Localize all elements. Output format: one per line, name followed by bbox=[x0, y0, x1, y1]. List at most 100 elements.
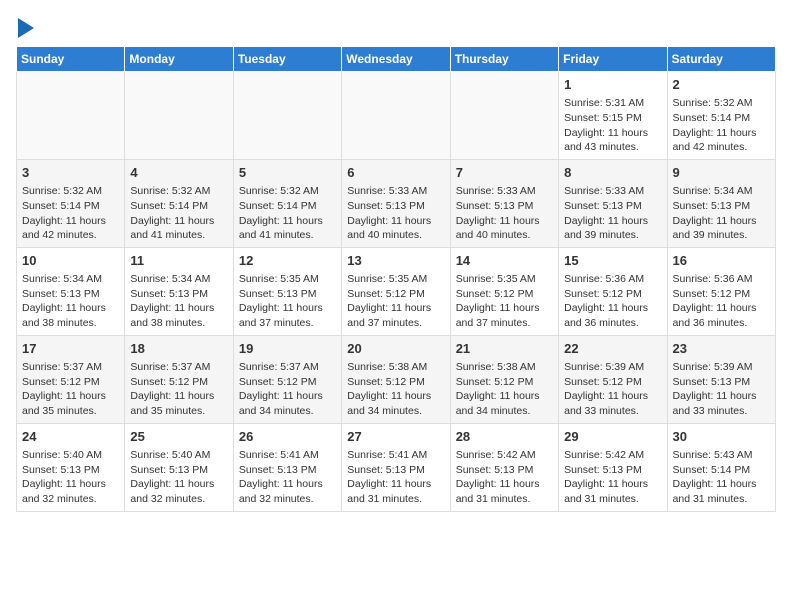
day-number: 1 bbox=[564, 76, 661, 94]
calendar-cell: 30 Sunrise: 5:43 AM Sunset: 5:14 PM Dayli… bbox=[667, 423, 775, 511]
day-number: 13 bbox=[347, 252, 444, 270]
day-info: Sunrise: 5:38 AM Sunset: 5:12 PM Dayligh… bbox=[456, 361, 540, 417]
day-info: Sunrise: 5:34 AM Sunset: 5:13 PM Dayligh… bbox=[22, 273, 106, 329]
calendar-cell: 18 Sunrise: 5:37 AM Sunset: 5:12 PM Dayli… bbox=[125, 335, 233, 423]
day-number: 26 bbox=[239, 428, 336, 446]
day-number: 25 bbox=[130, 428, 227, 446]
calendar-cell: 8 Sunrise: 5:33 AM Sunset: 5:13 PM Daylig… bbox=[559, 159, 667, 247]
day-info: Sunrise: 5:32 AM Sunset: 5:14 PM Dayligh… bbox=[673, 97, 757, 153]
calendar-cell: 4 Sunrise: 5:32 AM Sunset: 5:14 PM Daylig… bbox=[125, 159, 233, 247]
day-number: 18 bbox=[130, 340, 227, 358]
calendar-cell: 9Sunrise: 5:34 AM Sunset: 5:13 PM Daylig… bbox=[667, 159, 775, 247]
day-number: 15 bbox=[564, 252, 661, 270]
calendar-day-header: Saturday bbox=[667, 47, 775, 72]
day-info: Sunrise: 5:33 AM Sunset: 5:13 PM Dayligh… bbox=[564, 185, 648, 241]
day-info: Sunrise: 5:40 AM Sunset: 5:13 PM Dayligh… bbox=[22, 449, 106, 505]
calendar-cell: 6 Sunrise: 5:33 AM Sunset: 5:13 PM Daylig… bbox=[342, 159, 450, 247]
day-info: Sunrise: 5:34 AM Sunset: 5:13 PM Dayligh… bbox=[673, 185, 757, 241]
calendar-cell: 29 Sunrise: 5:42 AM Sunset: 5:13 PM Dayli… bbox=[559, 423, 667, 511]
day-info: Sunrise: 5:35 AM Sunset: 5:12 PM Dayligh… bbox=[456, 273, 540, 329]
calendar-cell bbox=[17, 72, 125, 160]
calendar-cell: 11 Sunrise: 5:34 AM Sunset: 5:13 PM Dayli… bbox=[125, 247, 233, 335]
calendar-cell: 12 Sunrise: 5:35 AM Sunset: 5:13 PM Dayli… bbox=[233, 247, 341, 335]
day-number: 4 bbox=[130, 164, 227, 182]
calendar-cell: 28Sunrise: 5:42 AM Sunset: 5:13 PM Dayli… bbox=[450, 423, 558, 511]
calendar-cell: 16 Sunrise: 5:36 AM Sunset: 5:12 PM Dayli… bbox=[667, 247, 775, 335]
day-info: Sunrise: 5:35 AM Sunset: 5:13 PM Dayligh… bbox=[239, 273, 323, 329]
calendar-day-header: Friday bbox=[559, 47, 667, 72]
day-info: Sunrise: 5:38 AM Sunset: 5:12 PM Dayligh… bbox=[347, 361, 431, 417]
day-number: 19 bbox=[239, 340, 336, 358]
calendar-week-row: 3 Sunrise: 5:32 AM Sunset: 5:14 PM Daylig… bbox=[17, 159, 776, 247]
day-info: Sunrise: 5:36 AM Sunset: 5:12 PM Dayligh… bbox=[673, 273, 757, 329]
day-number: 21 bbox=[456, 340, 553, 358]
day-number: 24 bbox=[22, 428, 119, 446]
day-number: 17 bbox=[22, 340, 119, 358]
calendar-cell: 13 Sunrise: 5:35 AM Sunset: 5:12 PM Dayli… bbox=[342, 247, 450, 335]
day-info: Sunrise: 5:34 AM Sunset: 5:13 PM Dayligh… bbox=[130, 273, 214, 329]
calendar-cell: 7 Sunrise: 5:33 AM Sunset: 5:13 PM Daylig… bbox=[450, 159, 558, 247]
calendar-day-header: Wednesday bbox=[342, 47, 450, 72]
calendar-cell: 2 Sunrise: 5:32 AM Sunset: 5:14 PM Daylig… bbox=[667, 72, 775, 160]
logo bbox=[16, 16, 34, 38]
day-info: Sunrise: 5:39 AM Sunset: 5:12 PM Dayligh… bbox=[564, 361, 648, 417]
calendar-header-row: SundayMondayTuesdayWednesdayThursdayFrid… bbox=[17, 47, 776, 72]
calendar-cell bbox=[125, 72, 233, 160]
calendar-week-row: 24 Sunrise: 5:40 AM Sunset: 5:13 PM Dayli… bbox=[17, 423, 776, 511]
calendar-cell: 26 Sunrise: 5:41 AM Sunset: 5:13 PM Dayli… bbox=[233, 423, 341, 511]
day-info: Sunrise: 5:33 AM Sunset: 5:13 PM Dayligh… bbox=[456, 185, 540, 241]
day-info: Sunrise: 5:31 AM Sunset: 5:15 PM Dayligh… bbox=[564, 97, 648, 153]
day-number: 8 bbox=[564, 164, 661, 182]
day-info: Sunrise: 5:41 AM Sunset: 5:13 PM Dayligh… bbox=[239, 449, 323, 505]
day-number: 16 bbox=[673, 252, 770, 270]
day-number: 14 bbox=[456, 252, 553, 270]
day-info: Sunrise: 5:41 AM Sunset: 5:13 PM Dayligh… bbox=[347, 449, 431, 505]
calendar-cell bbox=[233, 72, 341, 160]
day-number: 22 bbox=[564, 340, 661, 358]
calendar-cell: 24 Sunrise: 5:40 AM Sunset: 5:13 PM Dayli… bbox=[17, 423, 125, 511]
day-number: 3 bbox=[22, 164, 119, 182]
calendar-cell bbox=[450, 72, 558, 160]
day-number: 6 bbox=[347, 164, 444, 182]
page-header bbox=[16, 16, 776, 38]
logo-arrow-icon bbox=[18, 18, 34, 38]
day-number: 27 bbox=[347, 428, 444, 446]
day-info: Sunrise: 5:36 AM Sunset: 5:12 PM Dayligh… bbox=[564, 273, 648, 329]
day-info: Sunrise: 5:37 AM Sunset: 5:12 PM Dayligh… bbox=[130, 361, 214, 417]
day-info: Sunrise: 5:37 AM Sunset: 5:12 PM Dayligh… bbox=[239, 361, 323, 417]
day-info: Sunrise: 5:37 AM Sunset: 5:12 PM Dayligh… bbox=[22, 361, 106, 417]
day-info: Sunrise: 5:40 AM Sunset: 5:13 PM Dayligh… bbox=[130, 449, 214, 505]
day-number: 11 bbox=[130, 252, 227, 270]
day-number: 29 bbox=[564, 428, 661, 446]
calendar-cell: 14 Sunrise: 5:35 AM Sunset: 5:12 PM Dayli… bbox=[450, 247, 558, 335]
calendar-day-header: Sunday bbox=[17, 47, 125, 72]
day-number: 12 bbox=[239, 252, 336, 270]
calendar-cell: 21 Sunrise: 5:38 AM Sunset: 5:12 PM Dayli… bbox=[450, 335, 558, 423]
day-number: 30 bbox=[673, 428, 770, 446]
day-number: 2 bbox=[673, 76, 770, 94]
calendar-cell: 17 Sunrise: 5:37 AM Sunset: 5:12 PM Dayli… bbox=[17, 335, 125, 423]
calendar-cell: 20Sunrise: 5:38 AM Sunset: 5:12 PM Dayli… bbox=[342, 335, 450, 423]
calendar-cell: 3 Sunrise: 5:32 AM Sunset: 5:14 PM Daylig… bbox=[17, 159, 125, 247]
calendar-cell: 27 Sunrise: 5:41 AM Sunset: 5:13 PM Dayli… bbox=[342, 423, 450, 511]
day-info: Sunrise: 5:32 AM Sunset: 5:14 PM Dayligh… bbox=[22, 185, 106, 241]
calendar-cell: 1 Sunrise: 5:31 AM Sunset: 5:15 PM Daylig… bbox=[559, 72, 667, 160]
calendar-cell: 5Sunrise: 5:32 AM Sunset: 5:14 PM Daylig… bbox=[233, 159, 341, 247]
day-info: Sunrise: 5:35 AM Sunset: 5:12 PM Dayligh… bbox=[347, 273, 431, 329]
calendar-cell bbox=[342, 72, 450, 160]
day-info: Sunrise: 5:33 AM Sunset: 5:13 PM Dayligh… bbox=[347, 185, 431, 241]
day-number: 7 bbox=[456, 164, 553, 182]
day-number: 10 bbox=[22, 252, 119, 270]
day-info: Sunrise: 5:42 AM Sunset: 5:13 PM Dayligh… bbox=[564, 449, 648, 505]
day-info: Sunrise: 5:39 AM Sunset: 5:13 PM Dayligh… bbox=[673, 361, 757, 417]
calendar-week-row: 10 Sunrise: 5:34 AM Sunset: 5:13 PM Dayli… bbox=[17, 247, 776, 335]
day-info: Sunrise: 5:43 AM Sunset: 5:14 PM Dayligh… bbox=[673, 449, 757, 505]
day-number: 5 bbox=[239, 164, 336, 182]
calendar-table: SundayMondayTuesdayWednesdayThursdayFrid… bbox=[16, 46, 776, 512]
day-info: Sunrise: 5:32 AM Sunset: 5:14 PM Dayligh… bbox=[130, 185, 214, 241]
calendar-week-row: 1 Sunrise: 5:31 AM Sunset: 5:15 PM Daylig… bbox=[17, 72, 776, 160]
calendar-cell: 22 Sunrise: 5:39 AM Sunset: 5:12 PM Dayli… bbox=[559, 335, 667, 423]
day-number: 23 bbox=[673, 340, 770, 358]
calendar-week-row: 17 Sunrise: 5:37 AM Sunset: 5:12 PM Dayli… bbox=[17, 335, 776, 423]
calendar-cell: 10 Sunrise: 5:34 AM Sunset: 5:13 PM Dayli… bbox=[17, 247, 125, 335]
